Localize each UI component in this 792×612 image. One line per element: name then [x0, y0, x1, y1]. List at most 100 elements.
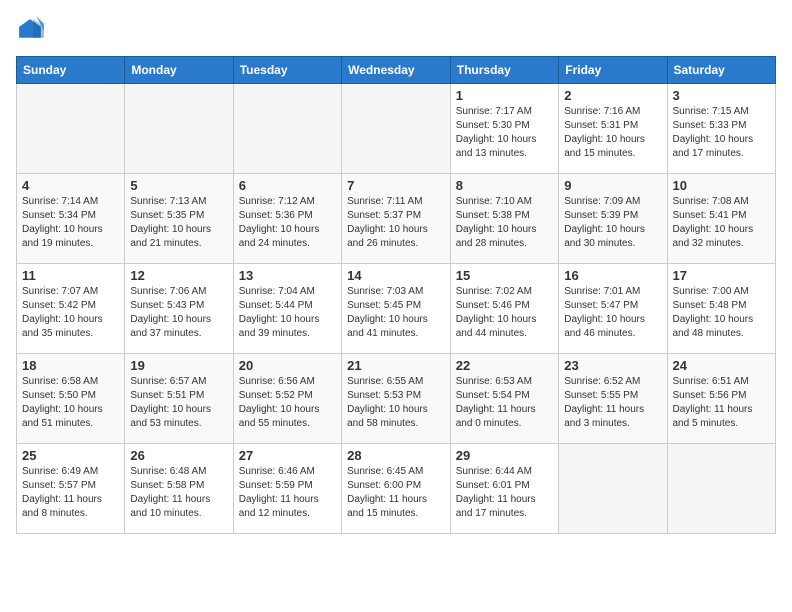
weekday-header: Sunday	[17, 57, 125, 84]
calendar-cell: 23 Sunrise: 6:52 AM Sunset: 5:55 PM Dayli…	[559, 354, 667, 444]
weekday-header: Monday	[125, 57, 233, 84]
calendar-cell: 29 Sunrise: 6:44 AM Sunset: 6:01 PM Dayli…	[450, 444, 558, 534]
weekday-header: Friday	[559, 57, 667, 84]
calendar-cell: 25 Sunrise: 6:49 AM Sunset: 5:57 PM Dayli…	[17, 444, 125, 534]
day-info: Sunrise: 6:57 AM Sunset: 5:51 PM Dayligh…	[130, 375, 227, 431]
day-number: 21	[347, 358, 445, 373]
day-info: Sunrise: 7:14 AM Sunset: 5:34 PM Dayligh…	[22, 195, 119, 251]
day-info: Sunrise: 7:07 AM Sunset: 5:42 PM Dayligh…	[22, 285, 119, 341]
day-number: 20	[239, 358, 336, 373]
day-number: 12	[130, 268, 227, 283]
day-info: Sunrise: 6:52 AM Sunset: 5:55 PM Dayligh…	[564, 375, 661, 431]
day-info: Sunrise: 7:16 AM Sunset: 5:31 PM Dayligh…	[564, 105, 661, 161]
calendar-week-row: 4 Sunrise: 7:14 AM Sunset: 5:34 PM Daylig…	[17, 174, 776, 264]
day-info: Sunrise: 7:12 AM Sunset: 5:36 PM Dayligh…	[239, 195, 336, 251]
day-number: 2	[564, 88, 661, 103]
calendar-cell: 13 Sunrise: 7:04 AM Sunset: 5:44 PM Dayli…	[233, 264, 341, 354]
day-number: 5	[130, 178, 227, 193]
calendar-header-row: SundayMondayTuesdayWednesdayThursdayFrid…	[17, 57, 776, 84]
calendar-week-row: 11 Sunrise: 7:07 AM Sunset: 5:42 PM Dayli…	[17, 264, 776, 354]
weekday-header: Thursday	[450, 57, 558, 84]
calendar-cell: 26 Sunrise: 6:48 AM Sunset: 5:58 PM Dayli…	[125, 444, 233, 534]
page-header	[16, 16, 776, 44]
day-info: Sunrise: 7:10 AM Sunset: 5:38 PM Dayligh…	[456, 195, 553, 251]
calendar-cell	[667, 444, 776, 534]
day-number: 7	[347, 178, 445, 193]
day-number: 10	[673, 178, 771, 193]
calendar-cell: 2 Sunrise: 7:16 AM Sunset: 5:31 PM Daylig…	[559, 84, 667, 174]
day-number: 8	[456, 178, 553, 193]
day-info: Sunrise: 7:11 AM Sunset: 5:37 PM Dayligh…	[347, 195, 445, 251]
calendar-cell: 19 Sunrise: 6:57 AM Sunset: 5:51 PM Dayli…	[125, 354, 233, 444]
calendar-week-row: 18 Sunrise: 6:58 AM Sunset: 5:50 PM Dayli…	[17, 354, 776, 444]
calendar-cell: 3 Sunrise: 7:15 AM Sunset: 5:33 PM Daylig…	[667, 84, 776, 174]
calendar-cell: 21 Sunrise: 6:55 AM Sunset: 5:53 PM Dayli…	[342, 354, 451, 444]
calendar-cell: 20 Sunrise: 6:56 AM Sunset: 5:52 PM Dayli…	[233, 354, 341, 444]
calendar-cell: 17 Sunrise: 7:00 AM Sunset: 5:48 PM Dayli…	[667, 264, 776, 354]
day-info: Sunrise: 6:55 AM Sunset: 5:53 PM Dayligh…	[347, 375, 445, 431]
day-number: 11	[22, 268, 119, 283]
day-info: Sunrise: 6:46 AM Sunset: 5:59 PM Dayligh…	[239, 465, 336, 521]
day-number: 4	[22, 178, 119, 193]
day-info: Sunrise: 7:03 AM Sunset: 5:45 PM Dayligh…	[347, 285, 445, 341]
calendar-cell: 6 Sunrise: 7:12 AM Sunset: 5:36 PM Daylig…	[233, 174, 341, 264]
day-number: 19	[130, 358, 227, 373]
calendar-cell: 5 Sunrise: 7:13 AM Sunset: 5:35 PM Daylig…	[125, 174, 233, 264]
day-number: 9	[564, 178, 661, 193]
day-info: Sunrise: 6:49 AM Sunset: 5:57 PM Dayligh…	[22, 465, 119, 521]
day-number: 3	[673, 88, 771, 103]
calendar-cell: 15 Sunrise: 7:02 AM Sunset: 5:46 PM Dayli…	[450, 264, 558, 354]
calendar-cell: 11 Sunrise: 7:07 AM Sunset: 5:42 PM Dayli…	[17, 264, 125, 354]
calendar-cell: 24Sunrise: 6:51 AM Sunset: 5:56 PM Dayli…	[667, 354, 776, 444]
calendar-cell: 7 Sunrise: 7:11 AM Sunset: 5:37 PM Daylig…	[342, 174, 451, 264]
day-number: 17	[673, 268, 771, 283]
day-info: Sunrise: 7:13 AM Sunset: 5:35 PM Dayligh…	[130, 195, 227, 251]
calendar-cell: 14Sunrise: 7:03 AM Sunset: 5:45 PM Dayli…	[342, 264, 451, 354]
day-number: 29	[456, 448, 553, 463]
day-info: Sunrise: 6:53 AM Sunset: 5:54 PM Dayligh…	[456, 375, 553, 431]
day-number: 15	[456, 268, 553, 283]
day-number: 23	[564, 358, 661, 373]
day-info: Sunrise: 7:17 AM Sunset: 5:30 PM Dayligh…	[456, 105, 553, 161]
day-info: Sunrise: 6:51 AM Sunset: 5:56 PM Dayligh…	[673, 375, 771, 431]
day-number: 18	[22, 358, 119, 373]
day-info: Sunrise: 7:06 AM Sunset: 5:43 PM Dayligh…	[130, 285, 227, 341]
calendar-cell: 4 Sunrise: 7:14 AM Sunset: 5:34 PM Daylig…	[17, 174, 125, 264]
day-info: Sunrise: 7:15 AM Sunset: 5:33 PM Dayligh…	[673, 105, 771, 161]
calendar-cell	[17, 84, 125, 174]
day-number: 25	[22, 448, 119, 463]
calendar-cell: 12 Sunrise: 7:06 AM Sunset: 5:43 PM Dayli…	[125, 264, 233, 354]
day-info: Sunrise: 7:08 AM Sunset: 5:41 PM Dayligh…	[673, 195, 771, 251]
day-info: Sunrise: 6:45 AM Sunset: 6:00 PM Dayligh…	[347, 465, 445, 521]
day-info: Sunrise: 7:09 AM Sunset: 5:39 PM Dayligh…	[564, 195, 661, 251]
day-number: 26	[130, 448, 227, 463]
day-info: Sunrise: 6:58 AM Sunset: 5:50 PM Dayligh…	[22, 375, 119, 431]
day-info: Sunrise: 6:48 AM Sunset: 5:58 PM Dayligh…	[130, 465, 227, 521]
day-number: 1	[456, 88, 553, 103]
calendar-cell	[233, 84, 341, 174]
calendar-cell	[125, 84, 233, 174]
calendar-week-row: 1 Sunrise: 7:17 AM Sunset: 5:30 PM Daylig…	[17, 84, 776, 174]
calendar-cell: 28 Sunrise: 6:45 AM Sunset: 6:00 PM Dayli…	[342, 444, 451, 534]
day-info: Sunrise: 6:56 AM Sunset: 5:52 PM Dayligh…	[239, 375, 336, 431]
calendar-week-row: 25 Sunrise: 6:49 AM Sunset: 5:57 PM Dayli…	[17, 444, 776, 534]
day-number: 6	[239, 178, 336, 193]
day-number: 28	[347, 448, 445, 463]
weekday-header: Saturday	[667, 57, 776, 84]
weekday-header: Tuesday	[233, 57, 341, 84]
day-info: Sunrise: 6:44 AM Sunset: 6:01 PM Dayligh…	[456, 465, 553, 521]
logo-icon	[16, 16, 44, 44]
calendar-cell: 22Sunrise: 6:53 AM Sunset: 5:54 PM Dayli…	[450, 354, 558, 444]
calendar-cell: 8 Sunrise: 7:10 AM Sunset: 5:38 PM Daylig…	[450, 174, 558, 264]
calendar-table: SundayMondayTuesdayWednesdayThursdayFrid…	[16, 56, 776, 534]
calendar-cell: 18 Sunrise: 6:58 AM Sunset: 5:50 PM Dayli…	[17, 354, 125, 444]
calendar-cell: 10 Sunrise: 7:08 AM Sunset: 5:41 PM Dayli…	[667, 174, 776, 264]
weekday-header: Wednesday	[342, 57, 451, 84]
logo	[16, 16, 48, 44]
calendar-cell	[342, 84, 451, 174]
day-info: Sunrise: 7:02 AM Sunset: 5:46 PM Dayligh…	[456, 285, 553, 341]
day-info: Sunrise: 7:04 AM Sunset: 5:44 PM Dayligh…	[239, 285, 336, 341]
day-number: 13	[239, 268, 336, 283]
calendar-cell	[559, 444, 667, 534]
day-info: Sunrise: 7:00 AM Sunset: 5:48 PM Dayligh…	[673, 285, 771, 341]
